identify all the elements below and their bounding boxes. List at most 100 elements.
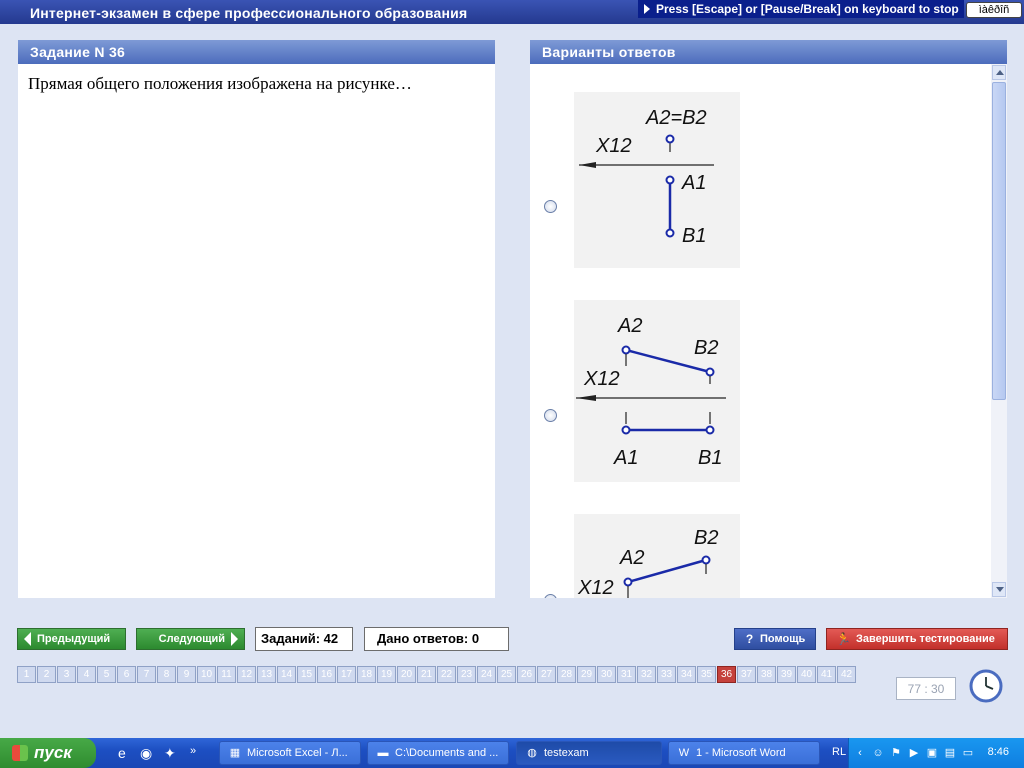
task-number-13[interactable]: 13 [257, 666, 276, 683]
media-player-icon[interactable]: ◉ [140, 745, 152, 762]
next-button[interactable]: Следующий [136, 628, 245, 650]
task-number-37[interactable]: 37 [737, 666, 756, 683]
answer-option-3[interactable]: A2 B2 X12 [530, 514, 990, 598]
task-number-35[interactable]: 35 [697, 666, 716, 683]
axis-label: X12 [577, 577, 614, 598]
answer-radio-2[interactable] [544, 409, 557, 422]
taskbar-item-label: testexam [544, 747, 589, 759]
task-number-28[interactable]: 28 [557, 666, 576, 683]
help-button[interactable]: ? Помощь [734, 628, 816, 650]
start-button[interactable]: пуск [0, 738, 96, 768]
axis-label: X12 [583, 368, 620, 390]
tray-flag-icon[interactable]: ⚑ [889, 746, 903, 760]
tray-expand-icon[interactable]: ‹ [853, 746, 867, 760]
axis-arrow [576, 395, 596, 401]
tray-media-icon[interactable]: ▣ [925, 746, 939, 760]
task-number-31[interactable]: 31 [617, 666, 636, 683]
task-number-22[interactable]: 22 [437, 666, 456, 683]
task-number-29[interactable]: 29 [577, 666, 596, 683]
task-number-40[interactable]: 40 [797, 666, 816, 683]
task-number-9[interactable]: 9 [177, 666, 196, 683]
tasks-counter: Заданий: 42 [255, 627, 353, 651]
question-panel: Задание N 36 Прямая общего положения изо… [18, 40, 495, 598]
task-number-23[interactable]: 23 [457, 666, 476, 683]
task-number-41[interactable]: 41 [817, 666, 836, 683]
arrow-right-icon [231, 632, 238, 646]
folder-icon: ▬ [377, 747, 389, 759]
task-number-38[interactable]: 38 [757, 666, 776, 683]
task-number-7[interactable]: 7 [137, 666, 156, 683]
task-number-27[interactable]: 27 [537, 666, 556, 683]
task-number-36[interactable]: 36 [717, 666, 736, 683]
taskbar-item-excel[interactable]: ▦ Microsoft Excel - Л... [219, 741, 361, 765]
task-number-12[interactable]: 12 [237, 666, 256, 683]
scroll-thumb[interactable] [992, 82, 1006, 400]
task-number-18[interactable]: 18 [357, 666, 376, 683]
answers-list[interactable]: X12 A2=B2 A1 B1 X12 A2 B2 A1 B1 A2 B2 X1… [530, 64, 1007, 598]
task-number-10[interactable]: 10 [197, 666, 216, 683]
more-quicklaunch-icon[interactable]: » [190, 745, 196, 757]
task-number-6[interactable]: 6 [117, 666, 136, 683]
task-number-17[interactable]: 17 [337, 666, 356, 683]
task-number-21[interactable]: 21 [417, 666, 436, 683]
scroll-down-arrow-icon[interactable] [992, 582, 1006, 597]
help-button-label: Помощь [760, 633, 806, 645]
task-number-42[interactable]: 42 [837, 666, 856, 683]
task-number-2[interactable]: 2 [37, 666, 56, 683]
label-a2: A2 [617, 315, 642, 337]
finish-button-label: Завершить тестирование [855, 633, 995, 645]
answer-radio-3[interactable] [544, 594, 557, 598]
tray-play-icon[interactable]: ▶ [907, 746, 921, 760]
windows-taskbar: пуск e ◉ ✦ » ▦ Microsoft Excel - Л... ▬ … [0, 738, 1024, 768]
taskbar-item-testexam[interactable]: ◍ testexam [516, 741, 662, 765]
task-number-4[interactable]: 4 [77, 666, 96, 683]
app-shortcut-icon[interactable]: ✦ [164, 745, 176, 762]
axis-arrow [579, 162, 596, 168]
point-b1 [705, 425, 715, 435]
point-a2 [623, 577, 633, 587]
taskbar-item-explorer[interactable]: ▬ C:\Documents and ... [367, 741, 509, 765]
task-number-30[interactable]: 30 [597, 666, 616, 683]
label-a1: A1 [613, 447, 638, 469]
task-number-14[interactable]: 14 [277, 666, 296, 683]
task-number-33[interactable]: 33 [657, 666, 676, 683]
task-number-26[interactable]: 26 [517, 666, 536, 683]
task-number-16[interactable]: 16 [317, 666, 336, 683]
task-number-11[interactable]: 11 [217, 666, 236, 683]
excel-icon: ▦ [229, 747, 241, 759]
answer-option-1[interactable]: X12 A2=B2 A1 B1 [530, 92, 990, 272]
task-number-34[interactable]: 34 [677, 666, 696, 683]
tray-app-icon[interactable]: ☺ [871, 746, 885, 760]
scroll-up-arrow-icon[interactable] [992, 65, 1006, 80]
language-indicator[interactable]: RL [832, 746, 846, 758]
task-number-8[interactable]: 8 [157, 666, 176, 683]
task-number-32[interactable]: 32 [637, 666, 656, 683]
label-a2b2: A2=B2 [645, 107, 707, 129]
label-b1: B1 [698, 447, 722, 469]
app-icon: ◍ [527, 747, 537, 759]
task-number-15[interactable]: 15 [297, 666, 316, 683]
task-number-5[interactable]: 5 [97, 666, 116, 683]
previous-button-label: Предыдущий [37, 633, 111, 645]
answers-scrollbar[interactable] [991, 64, 1007, 598]
task-number-24[interactable]: 24 [477, 666, 496, 683]
answer-radio-1[interactable] [544, 200, 557, 213]
answer-option-2[interactable]: X12 A2 B2 A1 B1 [530, 300, 990, 484]
task-number-25[interactable]: 25 [497, 666, 516, 683]
label-b1: B1 [682, 225, 706, 247]
task-number-19[interactable]: 19 [377, 666, 396, 683]
system-tray: ‹ ☺ ⚑ ▶ ▣ ▤ ▭ 8:46 [848, 738, 1024, 768]
tray-network-icon[interactable]: ▤ [943, 746, 957, 760]
task-number-20[interactable]: 20 [397, 666, 416, 683]
task-number-1[interactable]: 1 [17, 666, 36, 683]
tray-monitor-icon[interactable]: ▭ [961, 746, 975, 760]
taskbar-item-word[interactable]: W 1 - Microsoft Word [668, 741, 820, 765]
previous-button[interactable]: Предыдущий [17, 628, 126, 650]
task-number-39[interactable]: 39 [777, 666, 796, 683]
label-a2: A2 [619, 547, 644, 569]
ie-icon[interactable]: e [118, 745, 126, 761]
finish-test-button[interactable]: 🏃 Завершить тестирование [826, 628, 1008, 650]
task-number-3[interactable]: 3 [57, 666, 76, 683]
answer-figure-2: X12 A2 B2 A1 B1 [574, 300, 740, 482]
word-icon: W [678, 747, 690, 759]
